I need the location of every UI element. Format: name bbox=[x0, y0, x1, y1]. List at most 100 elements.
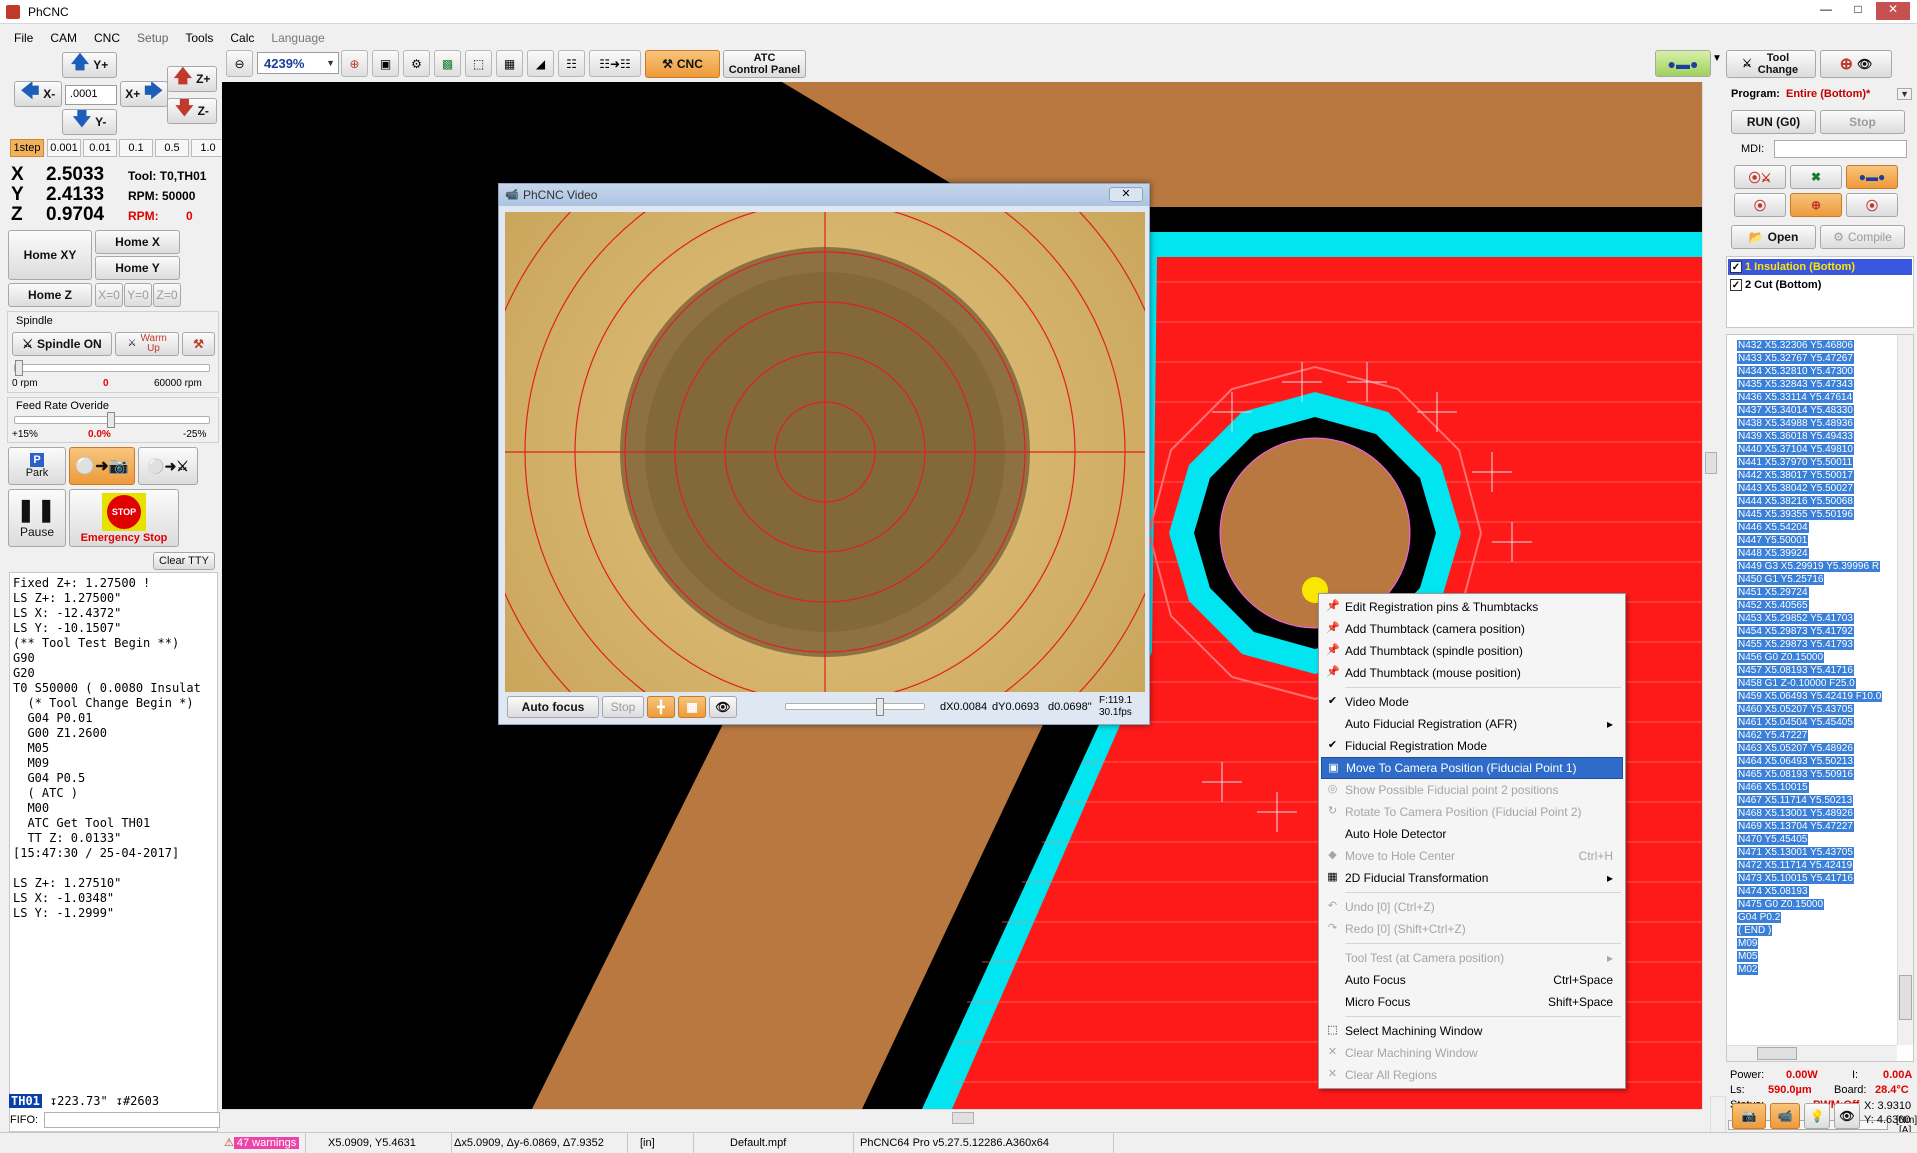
zoom-in-button[interactable]: ⊕ bbox=[341, 50, 368, 77]
gcode-line[interactable]: N453 X5.29852 Y5.41703 bbox=[1737, 612, 1897, 625]
gcode-line[interactable]: N442 X5.38017 Y5.50017 bbox=[1737, 469, 1897, 482]
menu-language[interactable]: Language bbox=[271, 31, 324, 45]
context-menu-item[interactable]: ✔ Video Mode bbox=[1321, 691, 1623, 713]
gcode-line[interactable]: N459 X5.06493 Y5.42419 F10.0 bbox=[1737, 690, 1897, 703]
gcode-line[interactable]: M02 bbox=[1737, 963, 1897, 976]
menu-calc[interactable]: Calc bbox=[230, 31, 254, 45]
tool-change-button[interactable]: ⚔ Tool Change bbox=[1726, 50, 1816, 78]
context-menu-item[interactable]: 📌 Edit Registration pins & Thumbtacks bbox=[1321, 596, 1623, 618]
jog-x-plus-button[interactable]: X+ 🡆 bbox=[120, 81, 168, 107]
gcode-vertical-scrollbar[interactable] bbox=[1897, 335, 1913, 1045]
gcode-line[interactable]: N464 X5.06493 Y5.50213 bbox=[1737, 755, 1897, 768]
convert-button[interactable]: ☷➜☷ bbox=[589, 50, 641, 77]
grid-button[interactable]: ▦ bbox=[678, 696, 706, 718]
context-menu-item[interactable]: ↶ Undo [0] (Ctrl+Z) bbox=[1321, 896, 1623, 918]
gcode-line[interactable]: N471 X5.13001 Y5.43705 bbox=[1737, 846, 1897, 859]
chevron-down-icon[interactable]: ▼ bbox=[1712, 53, 1722, 64]
context-menu-item[interactable]: 📌 Add Thumbtack (spindle position) bbox=[1321, 640, 1623, 662]
image-button[interactable]: ▦ bbox=[496, 50, 523, 77]
gcode-line[interactable]: G04 P0.2 bbox=[1737, 911, 1897, 924]
gcode-line[interactable]: N465 X5.08193 Y5.50916 bbox=[1737, 768, 1897, 781]
jog-y-minus-button[interactable]: 🡇 Y- bbox=[62, 109, 117, 135]
op-button-5[interactable]: ⊕ bbox=[1790, 193, 1842, 217]
context-menu-item[interactable]: Micro Focus Shift+Space bbox=[1321, 991, 1623, 1013]
gcode-line[interactable]: N438 X5.34988 Y5.48936 bbox=[1737, 417, 1897, 430]
zero-x-button[interactable]: X=0 bbox=[95, 283, 123, 307]
checkbox-checked-icon[interactable]: ✓ bbox=[1730, 279, 1742, 291]
emergency-stop-button[interactable]: STOP Emergency Stop bbox=[69, 489, 179, 547]
menu-setup[interactable]: Setup bbox=[137, 31, 168, 45]
context-menu-item[interactable]: Auto Focus Ctrl+Space bbox=[1321, 969, 1623, 991]
layer-item-insulation[interactable]: ✓ 1 Insulation (Bottom) bbox=[1728, 259, 1912, 275]
gcode-line[interactable]: N437 X5.34014 Y5.48330 bbox=[1737, 404, 1897, 417]
right-panel-scrollbar[interactable] bbox=[1710, 1096, 1726, 1134]
close-button[interactable]: ✕ bbox=[1876, 2, 1910, 20]
op-button-2[interactable]: ✖ bbox=[1790, 165, 1842, 189]
gcode-line[interactable]: N473 X5.10015 Y5.41716 bbox=[1737, 872, 1897, 885]
gcode-horizontal-scrollbar[interactable] bbox=[1727, 1045, 1897, 1061]
zoom-out-button[interactable]: ⊖ bbox=[226, 50, 253, 77]
op-button-3[interactable]: ●▬● bbox=[1846, 165, 1898, 189]
stop-program-button[interactable]: Stop bbox=[1820, 110, 1905, 134]
park-button[interactable]: P Park bbox=[8, 447, 66, 485]
gcode-line[interactable]: N448 X5.39924 bbox=[1737, 547, 1897, 560]
menu-file[interactable]: File bbox=[14, 31, 33, 45]
atc-control-panel-button[interactable]: ATC Control Panel bbox=[723, 50, 806, 78]
context-menu-item[interactable]: ◎ Show Possible Fiducial point 2 position… bbox=[1321, 779, 1623, 801]
jog-z-plus-button[interactable]: 🡅 Z+ bbox=[167, 66, 217, 92]
gcode-line[interactable]: N470 Y5.45405 bbox=[1737, 833, 1897, 846]
canvas-vertical-scrollbar[interactable] bbox=[1702, 82, 1719, 1109]
run-button[interactable]: RUN (G0) bbox=[1731, 110, 1816, 134]
gcode-view[interactable]: N432 X5.32306 Y5.46806 N433 X5.32767 Y5.4… bbox=[1726, 334, 1914, 1062]
pause-button[interactable]: ❚❚ Pause bbox=[8, 489, 66, 547]
camera-mode-toggle[interactable]: ●▬● bbox=[1655, 50, 1711, 77]
zero-y-button[interactable]: Y=0 bbox=[124, 283, 152, 307]
gcode-line[interactable]: N475 G0 Z0.15000 bbox=[1737, 898, 1897, 911]
op-button-6[interactable]: ⦿ bbox=[1846, 193, 1898, 217]
gcode-line[interactable]: N466 X5.10015 bbox=[1737, 781, 1897, 794]
cnc-button[interactable]: ⚒ CNC bbox=[645, 50, 720, 78]
step-01[interactable]: 0.1 bbox=[119, 139, 153, 157]
step-001[interactable]: 0.01 bbox=[83, 139, 117, 157]
focus-slider-thumb[interactable] bbox=[876, 698, 884, 716]
context-menu-item[interactable]: ⬚ Select Machining Window bbox=[1321, 1020, 1623, 1042]
gcode-line[interactable]: N456 G0 Z0.15000 bbox=[1737, 651, 1897, 664]
gcode-line[interactable]: N441 X5.37970 Y5.50011 bbox=[1737, 456, 1897, 469]
context-menu-item[interactable]: 📌 Add Thumbtack (mouse position) bbox=[1321, 662, 1623, 684]
gcode-line[interactable]: N444 X5.38216 Y5.50068 bbox=[1737, 495, 1897, 508]
scroll-thumb[interactable] bbox=[952, 1112, 974, 1124]
camera-feed[interactable] bbox=[505, 212, 1145, 692]
select-tool-button[interactable]: ⬚ bbox=[465, 50, 492, 77]
gcode-line[interactable]: N458 G1 Z-0.10000 F25.0 bbox=[1737, 677, 1897, 690]
mirror-button[interactable]: ◢ bbox=[527, 50, 554, 77]
gcode-line[interactable]: M05 bbox=[1737, 950, 1897, 963]
zoom-fit-button[interactable]: ▣ bbox=[372, 50, 399, 77]
gcode-line[interactable]: N463 X5.05207 Y5.48926 bbox=[1737, 742, 1897, 755]
context-menu-item[interactable]: Auto Fiducial Registration (AFR) ▸ bbox=[1321, 713, 1623, 735]
gcode-line[interactable]: ( END ) bbox=[1737, 924, 1897, 937]
clear-tty-button[interactable]: Clear TTY bbox=[153, 552, 215, 570]
gcode-line[interactable]: N435 X5.32843 Y5.47343 bbox=[1737, 378, 1897, 391]
menu-cnc[interactable]: CNC bbox=[94, 31, 120, 45]
context-menu-item[interactable]: 📌 Add Thumbtack (camera position) bbox=[1321, 618, 1623, 640]
zero-z-button[interactable]: Z=0 bbox=[153, 283, 181, 307]
context-menu-item[interactable]: Auto Hole Detector bbox=[1321, 823, 1623, 845]
context-menu-item[interactable]: ✔ Fiducial Registration Mode bbox=[1321, 735, 1623, 757]
spindle-settings-button[interactable]: ⚒ bbox=[182, 332, 215, 356]
goto-camera-button[interactable]: ⚪➜📷 bbox=[69, 447, 135, 485]
video-window[interactable]: 📹 PhCNC Video ✕ Auto focus Stop ╋ ▦ 👁 dX… bbox=[498, 183, 1150, 725]
op-button-4[interactable]: ⦿ bbox=[1734, 193, 1786, 217]
gcode-line[interactable]: N474 X5.08193 bbox=[1737, 885, 1897, 898]
home-z-button[interactable]: Home Z bbox=[8, 283, 92, 307]
jog-x-minus-button[interactable]: 🡄 X- bbox=[14, 81, 62, 107]
gcode-line[interactable]: N457 X5.08193 Y5.41716 bbox=[1737, 664, 1897, 677]
context-menu-item[interactable]: ↻ Rotate To Camera Position (Fiducial Poi… bbox=[1321, 801, 1623, 823]
feed-rate-slider[interactable] bbox=[14, 412, 210, 428]
camera-target-button[interactable]: ⊕ 👁 bbox=[1820, 50, 1892, 78]
auto-focus-button[interactable]: Auto focus bbox=[507, 696, 599, 718]
scroll-thumb[interactable] bbox=[1899, 975, 1912, 1020]
home-xy-button[interactable]: Home XY bbox=[8, 230, 92, 280]
gcode-line[interactable]: N439 X5.36018 Y5.49433 bbox=[1737, 430, 1897, 443]
context-menu-item[interactable]: ▦ 2D Fiducial Transformation ▸ bbox=[1321, 867, 1623, 889]
gcode-line[interactable]: N436 X5.33114 Y5.47614 bbox=[1737, 391, 1897, 404]
